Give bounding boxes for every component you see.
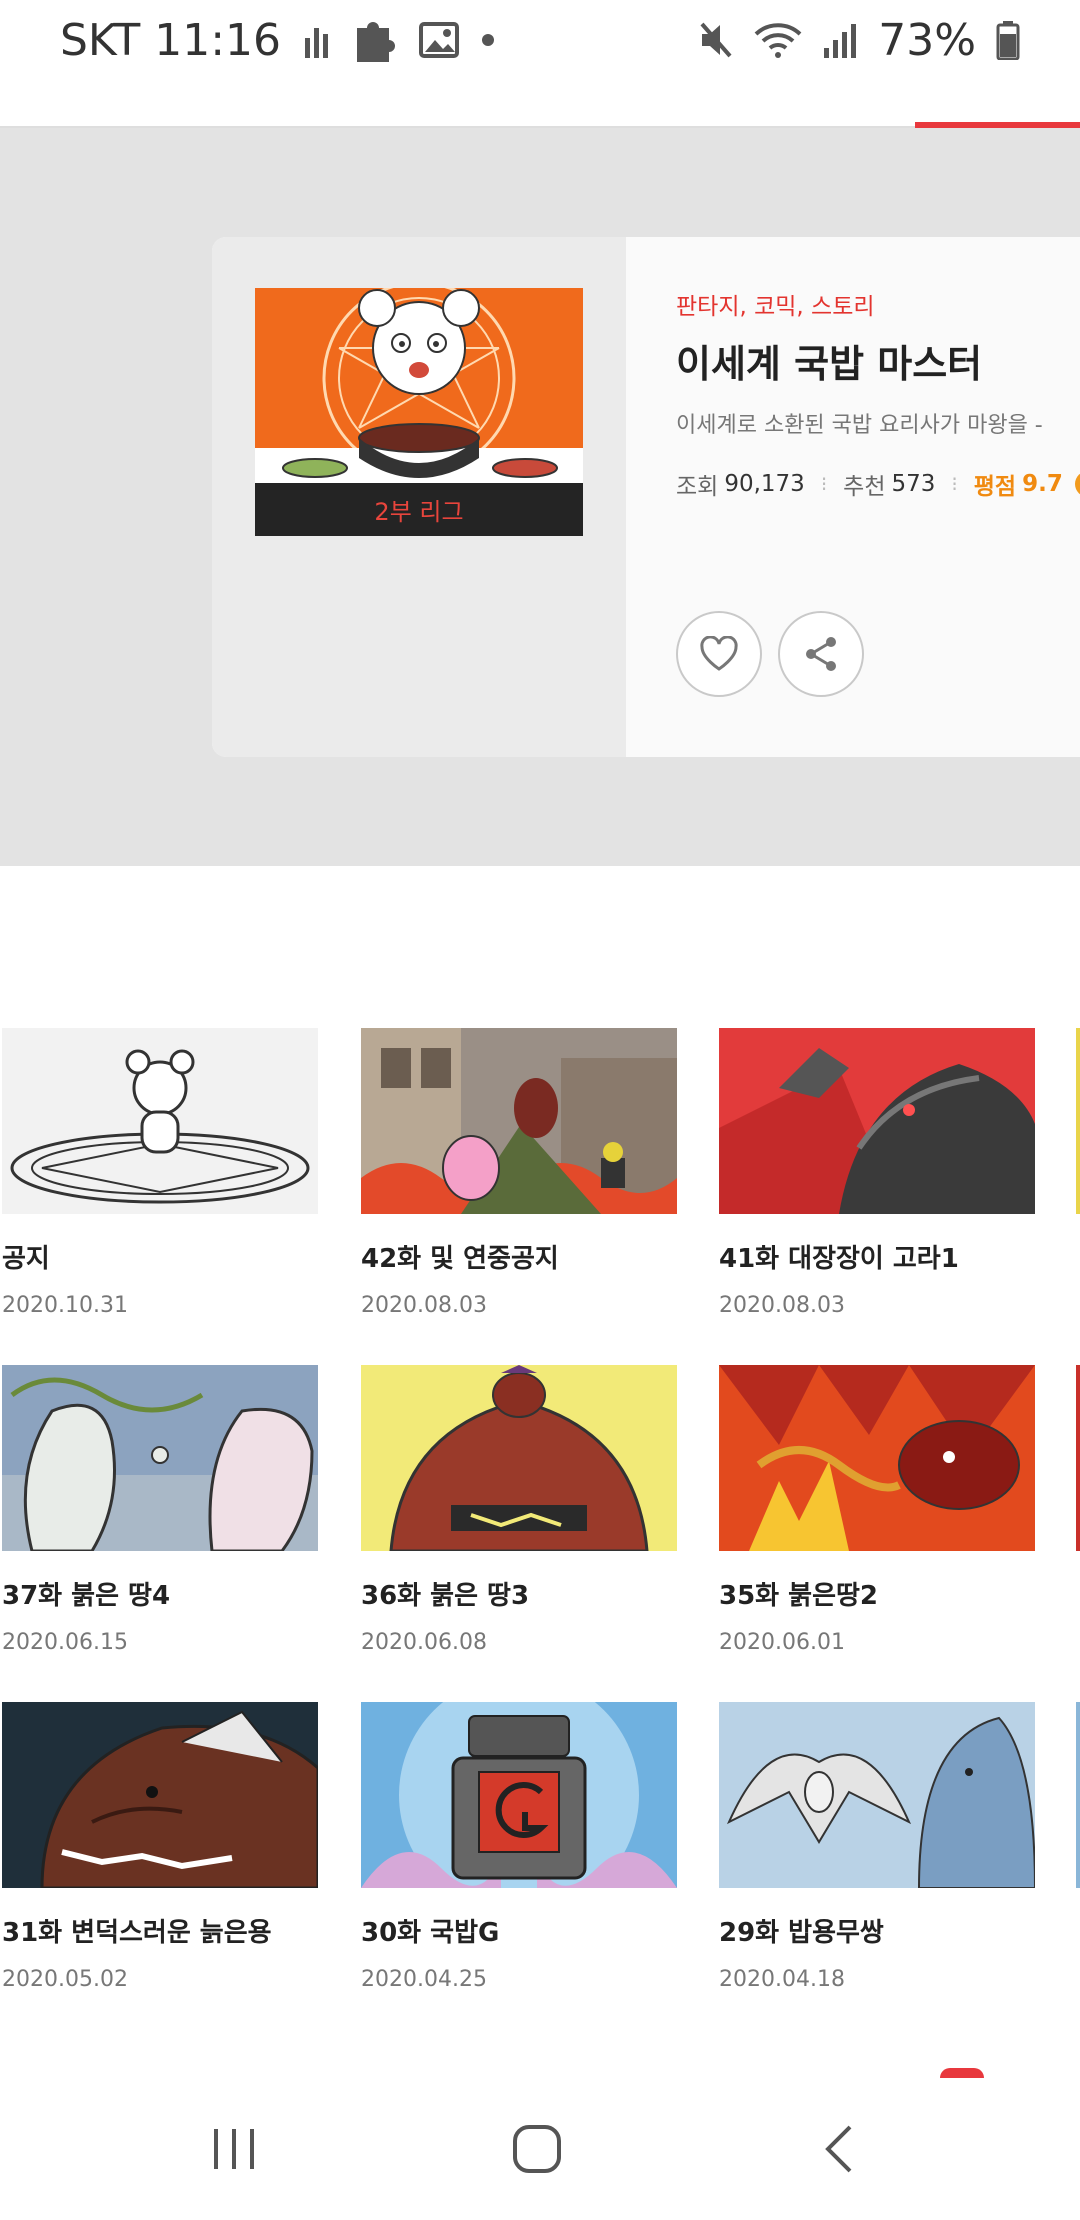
home-icon: [513, 2125, 561, 2173]
rating-value: 9.7: [1022, 471, 1063, 497]
episode-thumbnail[interactable]: [2, 1702, 318, 1888]
episode-thumbnail[interactable]: [2, 1365, 318, 1551]
episode-thumbnail[interactable]: [361, 1028, 677, 1214]
favorite-button[interactable]: [676, 611, 762, 697]
episode-title: 31화 변덕스러운 늙은용: [2, 1918, 272, 1948]
episode-item[interactable]: 30화 국밥G 2020.04.25: [361, 1702, 677, 1992]
episode-title: 공지: [2, 1244, 50, 1274]
recent-apps-icon: [214, 2129, 254, 2169]
puzzle-icon: [353, 16, 397, 64]
episode-thumbnail[interactable]: [361, 1702, 677, 1888]
series-stats: 조회 90,173 ⁝ 추천 573 ⁝ 평점 9.7: [676, 467, 1080, 501]
floating-button-peek[interactable]: [940, 2068, 984, 2078]
signal-bars-icon: [303, 20, 331, 60]
share-button[interactable]: [778, 611, 864, 697]
episode-item[interactable]: 35화 붉은땅2 2020.06.01: [719, 1365, 1035, 1655]
battery-icon: [996, 20, 1020, 60]
episode-thumbnail-peek: [1076, 1702, 1080, 1888]
series-description: 이세계로 소환된 국밥 요리사가 마왕을 -: [676, 413, 1043, 438]
series-info: 판타지, 코믹, 스토리 이세계 국밥 마스터 이세계로 소환된 국밥 요리사가…: [626, 237, 1080, 757]
episode-date: 2020.06.01: [719, 1630, 845, 1655]
episode-date: 2020.10.31: [2, 1293, 128, 1318]
cell-signal-icon: [822, 20, 858, 60]
episode-title: 36화 붉은 땅3: [361, 1581, 530, 1611]
views-count: 90,173: [724, 471, 805, 497]
episode-thumbnail-peek: [1076, 1028, 1080, 1214]
share-icon: [806, 637, 836, 671]
rate-button-icon[interactable]: [1074, 471, 1080, 497]
episode-date: 2020.06.08: [361, 1630, 487, 1655]
gallery-icon: [419, 22, 460, 58]
episode-title: 42화 및 연중공지: [361, 1244, 559, 1274]
episode-thumbnail[interactable]: [2, 1028, 318, 1214]
series-title: 이세계 국밥 마스터: [676, 342, 983, 386]
series-card-cover-panel: 2부 리그: [212, 237, 626, 757]
episode-item[interactable]: 공지 2020.10.31: [2, 1028, 318, 1318]
views-label: 조회: [676, 474, 719, 500]
back-icon: [825, 2125, 852, 2173]
series-cover-image[interactable]: 2부 리그: [255, 288, 583, 536]
episode-title: 35화 붉은땅2: [719, 1581, 879, 1611]
episode-item[interactable]: 37화 붉은 땅4 2020.06.15: [2, 1365, 318, 1655]
battery-percent: 73%: [878, 14, 976, 66]
episode-title: 41화 대장장이 고라1: [719, 1244, 959, 1274]
rating-label: 평점: [973, 474, 1017, 500]
episode-item[interactable]: 41화 대장장이 고라1 2020.08.03: [719, 1028, 1035, 1318]
recommend-label: 추천: [843, 474, 886, 500]
episode-thumbnail[interactable]: [719, 1028, 1035, 1214]
system-nav-bar: [0, 2078, 1080, 2220]
status-bar: SKT 11:16 73%: [0, 0, 1080, 80]
stat-separator: ⁝: [820, 472, 828, 496]
episode-date: 2020.08.03: [719, 1293, 845, 1318]
series-hero: 2부 리그 판타지, 코믹, 스토리 이세계 국밥 마스터 이세계로 소환된 국…: [0, 128, 1080, 866]
app-header: [0, 80, 1080, 128]
carrier-time: SKT 11:16: [60, 14, 282, 66]
episode-item[interactable]: 29화 밥용무쌍 2020.04.18: [719, 1702, 1035, 1992]
episode-thumbnail[interactable]: [719, 1365, 1035, 1551]
mute-icon: [698, 20, 734, 60]
episode-title: 30화 국밥G: [361, 1918, 500, 1948]
episode-item[interactable]: 42화 및 연중공지 2020.08.03: [361, 1028, 677, 1318]
episode-item[interactable]: 36화 붉은 땅3 2020.06.08: [361, 1365, 677, 1655]
episode-title: 29화 밥용무쌍: [719, 1918, 884, 1948]
episode-date: 2020.04.25: [361, 1967, 487, 1992]
recent-apps-button[interactable]: [174, 2078, 294, 2220]
episode-date: 2020.04.18: [719, 1967, 845, 1992]
episode-date: 2020.06.15: [2, 1630, 128, 1655]
episode-date: 2020.08.03: [361, 1293, 487, 1318]
series-genre: 판타지, 코믹, 스토리: [676, 294, 875, 320]
home-button[interactable]: [477, 2078, 597, 2220]
episode-thumbnail[interactable]: [361, 1365, 677, 1551]
episode-date: 2020.05.02: [2, 1967, 128, 1992]
league-badge: 2부 리그: [255, 483, 583, 536]
recommend-count: 573: [891, 471, 936, 497]
episode-thumbnail-peek: [1076, 1365, 1080, 1551]
dot-icon: [481, 33, 495, 47]
series-card[interactable]: 2부 리그 판타지, 코믹, 스토리 이세계 국밥 마스터 이세계로 소환된 국…: [212, 237, 1080, 757]
episode-thumbnail[interactable]: [719, 1702, 1035, 1888]
wifi-icon: [754, 20, 802, 60]
stat-separator: ⁝: [951, 472, 958, 496]
episode-item[interactable]: 31화 변덕스러운 늙은용 2020.05.02: [2, 1702, 318, 1992]
heart-icon: [700, 636, 738, 671]
back-button[interactable]: [780, 2078, 900, 2220]
episode-title: 37화 붉은 땅4: [2, 1581, 171, 1611]
